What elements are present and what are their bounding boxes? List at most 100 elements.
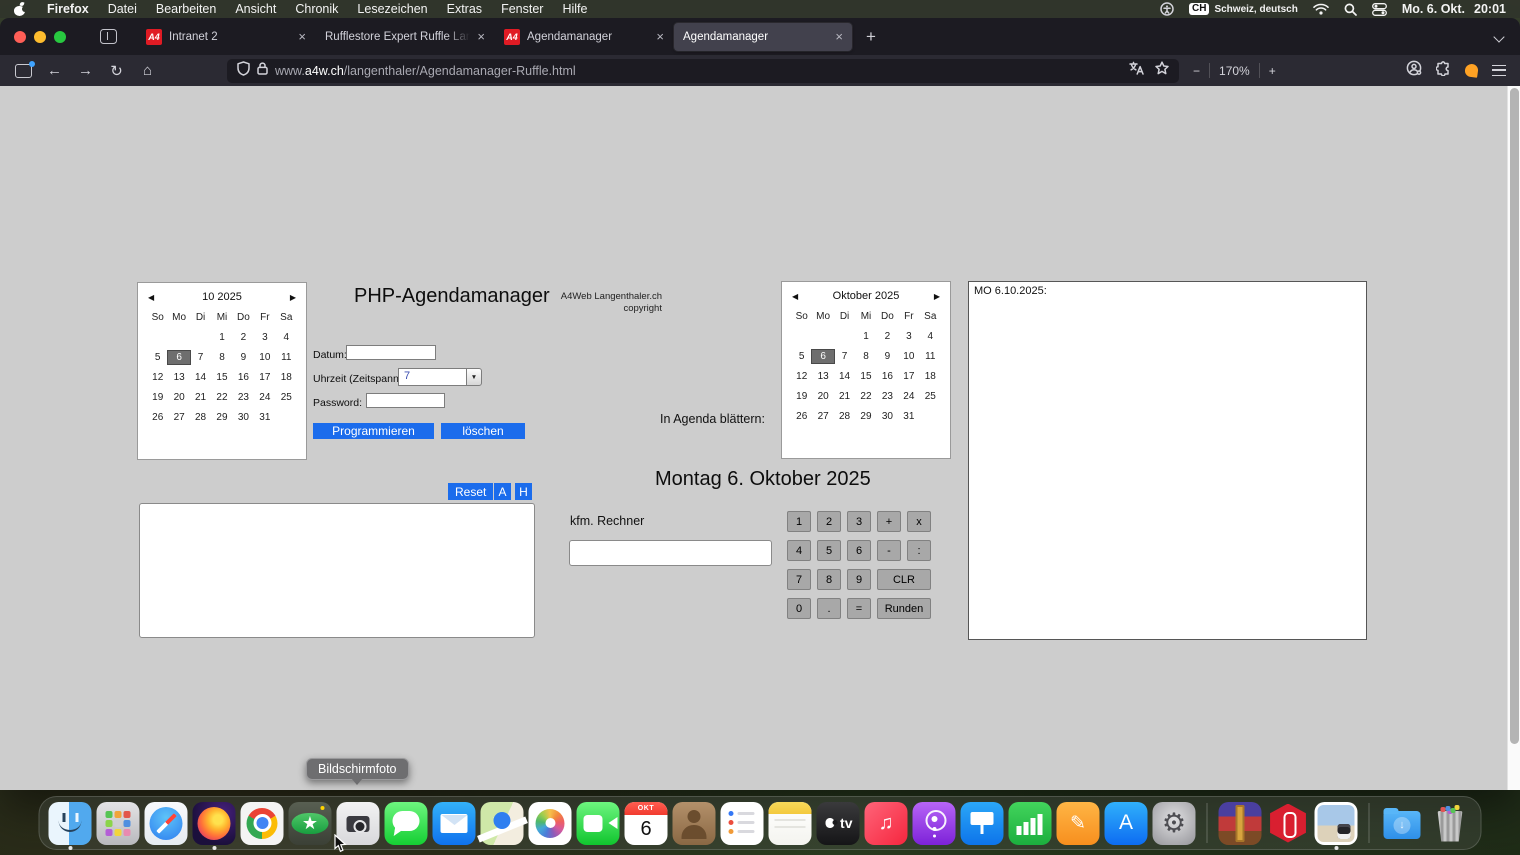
- control-center-icon[interactable]: [1372, 3, 1387, 16]
- tab-overflow-chevron-icon[interactable]: [1494, 32, 1504, 42]
- spotlight-search-icon[interactable]: [1344, 3, 1357, 16]
- calendar-day[interactable]: 5: [147, 351, 168, 364]
- dock-appletv-icon[interactable]: tv: [817, 802, 860, 845]
- calendar-day[interactable]: 17: [898, 370, 919, 383]
- calendar-day[interactable]: 9: [233, 351, 254, 364]
- page-scrollbar[interactable]: [1507, 86, 1520, 790]
- dock-ink-photo-icon[interactable]: [1315, 802, 1358, 845]
- menubar-clock[interactable]: Mo. 6. Okt. 20:01: [1402, 2, 1506, 16]
- calendar-day[interactable]: 31: [898, 410, 919, 423]
- dock-photos-icon[interactable]: [529, 802, 572, 845]
- calendar-day[interactable]: 20: [812, 390, 833, 403]
- calendar-day[interactable]: 12: [147, 371, 168, 384]
- datum-input[interactable]: [346, 345, 436, 360]
- menu-datei[interactable]: Datei: [108, 2, 137, 16]
- account-icon[interactable]: [1406, 60, 1422, 81]
- wifi-icon[interactable]: [1313, 3, 1329, 15]
- calc-key-9[interactable]: 9: [847, 569, 871, 590]
- dock-podcasts-icon[interactable]: [913, 802, 956, 845]
- calendar-day[interactable]: 3: [898, 330, 919, 343]
- calendar-day[interactable]: 16: [233, 371, 254, 384]
- calc-key-7[interactable]: 7: [787, 569, 811, 590]
- calendar-day[interactable]: 26: [791, 410, 812, 423]
- programmieren-button[interactable]: Programmieren: [313, 423, 434, 439]
- forward-button[interactable]: →: [72, 59, 99, 83]
- password-input[interactable]: [366, 393, 445, 408]
- calendar-day[interactable]: 21: [190, 391, 211, 404]
- tab-close-icon[interactable]: ×: [298, 30, 306, 43]
- dock-downloads-icon[interactable]: ↓: [1381, 802, 1424, 845]
- dock-mail-icon[interactable]: [433, 802, 476, 845]
- dock-star-app-icon[interactable]: ★: [289, 802, 332, 845]
- shield-icon[interactable]: [237, 61, 250, 81]
- calendar-day[interactable]: 10: [254, 351, 275, 364]
- calendar-day[interactable]: 28: [834, 410, 855, 423]
- calendar-prev-icon[interactable]: ◀: [792, 292, 798, 301]
- menu-extras[interactable]: Extras: [447, 2, 482, 16]
- tab-close-icon[interactable]: ×: [477, 30, 485, 43]
- menu-fenster[interactable]: Fenster: [501, 2, 543, 16]
- calendar-day[interactable]: 6: [168, 351, 189, 364]
- calc-key-CLR[interactable]: CLR: [877, 569, 931, 590]
- calendar-day[interactable]: 19: [147, 391, 168, 404]
- calendar-next-icon[interactable]: ▶: [290, 293, 296, 302]
- dock-settings-icon[interactable]: ⚙: [1153, 802, 1196, 845]
- calendar-day[interactable]: 23: [877, 390, 898, 403]
- calc-key--[interactable]: -: [877, 540, 901, 561]
- calendar-day[interactable]: 15: [211, 371, 232, 384]
- tab-1[interactable]: Rufflestore Expert Ruffle Langentha×: [316, 23, 494, 51]
- extensions-puzzle-icon[interactable]: [1436, 61, 1451, 81]
- calendar-day[interactable]: 3: [254, 331, 275, 344]
- calc-key-8[interactable]: 8: [817, 569, 841, 590]
- dock-facetime-icon[interactable]: [577, 802, 620, 845]
- dock-screenshot-icon[interactable]: [337, 802, 380, 845]
- calendar-day[interactable]: 13: [168, 371, 189, 384]
- calculator-input[interactable]: [569, 540, 772, 566]
- calendar-day[interactable]: 29: [855, 410, 876, 423]
- translate-icon[interactable]: [1129, 61, 1144, 80]
- calendar-day[interactable]: 1: [855, 330, 876, 343]
- calendar-day[interactable]: 22: [855, 390, 876, 403]
- a-button[interactable]: A: [494, 483, 511, 500]
- agenda-textarea[interactable]: MO 6.10.2025:: [968, 281, 1367, 640]
- dock-chrome-icon[interactable]: [241, 802, 284, 845]
- menu-firefox[interactable]: Firefox: [47, 2, 89, 16]
- dock-winrar-icon[interactable]: [1219, 802, 1262, 845]
- uhrzeit-select[interactable]: 7 ▼: [398, 368, 482, 386]
- tab-3[interactable]: Agendamanager×: [674, 23, 852, 51]
- calendar-day[interactable]: 31: [254, 411, 275, 424]
- calendar-day[interactable]: 27: [812, 410, 833, 423]
- tab-0[interactable]: A4Intranet 2×: [137, 23, 315, 51]
- input-source-indicator[interactable]: CH Schweiz, deutsch: [1189, 3, 1298, 15]
- calendar-day[interactable]: 23: [233, 391, 254, 404]
- dock-firefox-icon[interactable]: [193, 802, 236, 845]
- dock-reminders-icon[interactable]: [721, 802, 764, 845]
- calendar-day[interactable]: 5: [791, 350, 812, 363]
- menu-bearbeiten[interactable]: Bearbeiten: [156, 2, 216, 16]
- calendar-day[interactable]: 14: [834, 370, 855, 383]
- h-button[interactable]: H: [515, 483, 532, 500]
- dock-calendar-icon[interactable]: OKT6: [625, 802, 668, 845]
- zoom-window-button[interactable]: [54, 31, 66, 43]
- dock-safari-icon[interactable]: [145, 802, 188, 845]
- calendar-day[interactable]: 6: [812, 350, 833, 363]
- calendar-day[interactable]: 20: [168, 391, 189, 404]
- notes-textarea[interactable]: [139, 503, 535, 638]
- dock-finder-icon[interactable]: [49, 802, 92, 845]
- calendar-next-icon[interactable]: ▶: [934, 292, 940, 301]
- accessibility-icon[interactable]: [1160, 2, 1174, 16]
- calendar-day[interactable]: 19: [791, 390, 812, 403]
- scrollbar-thumb[interactable]: [1510, 88, 1519, 744]
- url-bar[interactable]: www.a4w.ch/langenthaler/Agendamanager-Ru…: [227, 59, 1179, 83]
- calendar-day[interactable]: 17: [254, 371, 275, 384]
- firefox-view-icon[interactable]: [10, 59, 37, 83]
- menu-hilfe[interactable]: Hilfe: [562, 2, 587, 16]
- extension-icon-orange[interactable]: [1464, 63, 1479, 78]
- app-menu-icon[interactable]: [1492, 65, 1506, 76]
- calendar-day[interactable]: 7: [190, 351, 211, 364]
- sidebar-toggle-icon[interactable]: [100, 29, 117, 44]
- minimize-window-button[interactable]: [34, 31, 46, 43]
- back-button[interactable]: ←: [41, 59, 68, 83]
- calc-key-5[interactable]: 5: [817, 540, 841, 561]
- calendar-day[interactable]: 21: [834, 390, 855, 403]
